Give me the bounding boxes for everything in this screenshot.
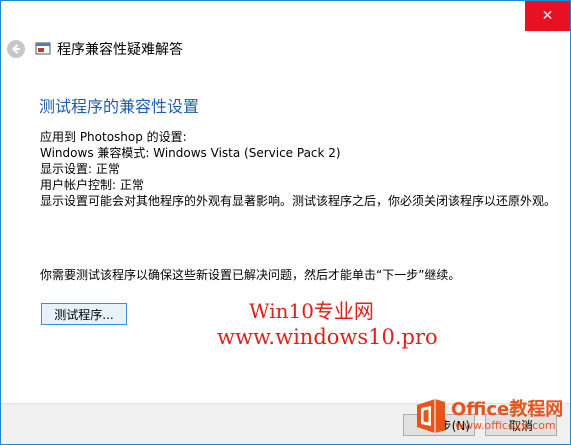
office-logo: Office教程网 www.office26.com (413, 393, 569, 443)
test-program-button[interactable]: 测试程序... (41, 303, 127, 325)
page-heading: 测试程序的兼容性设置 (39, 97, 200, 116)
compat-mode-text: Windows 兼容模式: Windows Vista (Service Pac… (40, 146, 341, 160)
close-button[interactable]: ✕ (525, 1, 570, 31)
display-settings-text: 显示设置: 正常 (40, 162, 120, 176)
title-bar: ✕ 程序兼容性疑难解答 (1, 1, 570, 73)
instruction-text: 你需要测试该程序以确保这些新设置已解决问题，然后才能单击“下一步”继续。 (40, 268, 461, 282)
uac-text: 用户帐户控制: 正常 (40, 178, 144, 192)
applied-to-text: 应用到 Photoshop 的设置: (40, 130, 187, 144)
watermark-url: www.windows10.pro (217, 325, 438, 349)
troubleshooter-window: ✕ 程序兼容性疑难解答 测试程序的兼容性设置 应用到 Photoshop 的设置… (0, 0, 571, 445)
back-button[interactable] (7, 40, 25, 58)
office-logo-icon (417, 399, 445, 433)
settings-summary: 应用到 Photoshop 的设置: Windows 兼容模式: Windows… (40, 129, 560, 209)
compatibility-troubleshooter-icon (35, 42, 51, 56)
logo-name: Office教程网 (451, 399, 564, 420)
close-icon: ✕ (541, 8, 554, 24)
display-note-text: 显示设置可能会对其他程序的外观有显著影响。测试该程序之后，你必须关闭该程序以还原… (40, 194, 557, 208)
logo-url: www.office26.com (455, 419, 556, 432)
watermark-title: Win10专业网 (249, 299, 374, 323)
back-arrow-icon (12, 44, 20, 54)
window-title: 程序兼容性疑难解答 (57, 42, 183, 58)
navigation-row: 程序兼容性疑难解答 (7, 37, 183, 61)
main-content: 测试程序的兼容性设置 应用到 Photoshop 的设置: Windows 兼容… (1, 73, 570, 403)
